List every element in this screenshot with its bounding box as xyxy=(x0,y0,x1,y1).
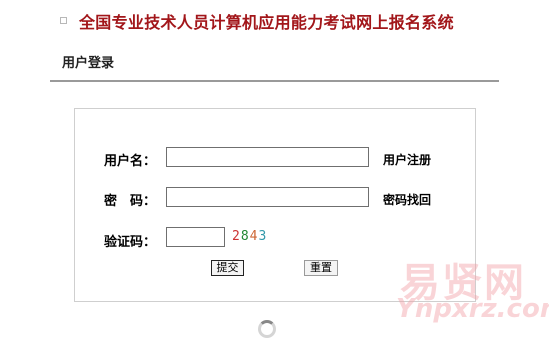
loading-spinner-icon xyxy=(258,320,276,338)
password-recover-link[interactable]: 密码找回 xyxy=(383,191,431,208)
section-divider xyxy=(50,80,499,82)
reset-button[interactable]: 重置 xyxy=(304,260,338,276)
captcha-digit: 2 xyxy=(232,229,241,244)
captcha-digit: 8 xyxy=(240,229,250,244)
register-link[interactable]: 用户注册 xyxy=(383,151,431,168)
username-label: 用户名： xyxy=(104,154,157,169)
password-label: 密 码： xyxy=(104,194,157,209)
captcha-image[interactable]: 2843 xyxy=(232,229,267,244)
captcha-label: 验证码： xyxy=(104,235,157,250)
submit-button[interactable]: 提交 xyxy=(211,260,244,276)
section-heading: 用户登录 xyxy=(62,56,115,71)
captcha-input[interactable] xyxy=(166,227,225,247)
page-title: 全国专业技术人员计算机应用能力考试网上报名系统 xyxy=(79,13,454,32)
password-input[interactable] xyxy=(166,187,369,207)
title-bullet-icon xyxy=(60,17,67,24)
username-input[interactable] xyxy=(166,147,369,167)
captcha-digit: 3 xyxy=(258,229,268,244)
